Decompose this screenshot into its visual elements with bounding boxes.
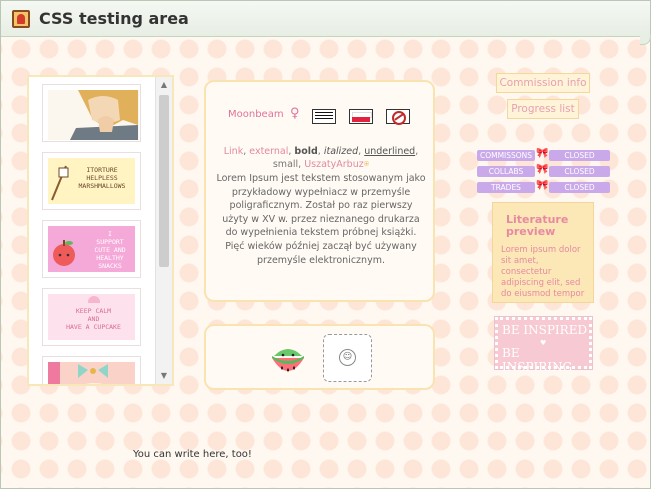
no-symbol-icon xyxy=(386,109,410,125)
sun-icon: ⍟ xyxy=(363,160,370,170)
poland-flag-icon xyxy=(349,109,373,124)
app-window: CSS testing area ITORTURE HELPLESS MARSH… xyxy=(0,0,651,489)
literature-preview-card[interactable]: Literature preview Lorem ipsum dolor sit… xyxy=(492,202,594,303)
footer-note: You can write here, too! xyxy=(133,449,252,460)
scroll-down-arrow-icon[interactable]: ▼ xyxy=(158,370,170,382)
inspiring-line: BE INSPIRING xyxy=(502,346,573,374)
avatar-placeholder[interactable]: ☺ xyxy=(323,334,372,382)
literature-body: Lorem ipsum dolor sit amet, consectetur … xyxy=(501,245,585,299)
italic-sample: italized xyxy=(323,146,359,157)
stamp-keep-calm: KEEP CALM AND HAVE A CUPCAKE xyxy=(42,288,141,346)
inspired-line: BE INSPIRED xyxy=(502,323,588,337)
be-inspired-stamp: BE INSPIRED ♥ BE INSPIRING xyxy=(494,316,593,374)
scroll-thumb[interactable] xyxy=(159,95,169,267)
profile-name[interactable]: Moonbeam xyxy=(228,109,284,120)
stamp-helpless-marshmallows: ITORTURE HELPLESS MARSHMALLOWS xyxy=(42,152,141,210)
bow-icon: 🎀 xyxy=(536,180,549,191)
status-value: CLOSED xyxy=(549,150,610,161)
apple-icon xyxy=(53,240,75,266)
small-sample: small xyxy=(272,159,299,170)
flag-stripes-icon xyxy=(312,109,336,124)
stamp-cupcake-bow xyxy=(42,356,141,384)
bow-icon xyxy=(48,362,108,384)
smiley-icon: ☺ xyxy=(339,349,356,366)
watermelon-icon xyxy=(272,349,304,372)
anime-hands-image xyxy=(48,90,139,140)
bold-sample: bold xyxy=(294,146,318,157)
external-link-sample[interactable]: external xyxy=(249,146,288,157)
status-value: CLOSED xyxy=(549,166,610,177)
title-bar: CSS testing area xyxy=(1,1,651,45)
user-link[interactable]: UszatyArbuz xyxy=(304,159,364,170)
progress-list-button[interactable]: Progress list xyxy=(507,99,579,119)
literature-title: Literature preview xyxy=(506,213,569,238)
bow-icon: 🎀 xyxy=(536,164,549,175)
status-label: TRADES xyxy=(477,182,535,193)
profile-card: Moonbeam ♀ Link, external, bold, italize… xyxy=(204,80,435,302)
format-samples: Link, external, bold, italized, underlin… xyxy=(223,146,419,170)
window-title: CSS testing area xyxy=(39,9,189,28)
bow-icon: 🎀 xyxy=(536,148,549,159)
status-value: CLOSED xyxy=(549,182,610,193)
marshmallow-stamp-text: ITORTURE HELPLESS MARSHMALLOWS xyxy=(78,166,126,190)
scroll-up-arrow-icon[interactable]: ▲ xyxy=(158,79,170,91)
stamp-anime-hands xyxy=(42,84,141,142)
profile-lorem-text: Lorem Ipsum jest tekstem stosowanym jako… xyxy=(216,173,426,266)
commission-info-button[interactable]: Commission info xyxy=(496,73,590,93)
status-label: COLLABS xyxy=(477,166,535,177)
stamp-support-snacks: I SUPPORT CUTE AND HEALTHY SNACKS xyxy=(42,220,141,278)
status-label: COMMISSONS xyxy=(477,150,535,161)
link-sample[interactable]: Link xyxy=(224,146,243,157)
underline-sample: underlined xyxy=(364,146,416,157)
scroll-icon xyxy=(12,10,30,28)
keep-calm-text: KEEP CALM AND HAVE A CUPCAKE xyxy=(66,307,121,331)
cupcake-icon xyxy=(88,296,100,303)
snacks-stamp-text: I SUPPORT CUTE AND HEALTHY SNACKS xyxy=(94,230,126,270)
female-icon: ♀ xyxy=(290,106,300,121)
stamp-scrollbar[interactable]: ▲ ▼ xyxy=(155,77,172,384)
stamp-scroll-panel[interactable]: ITORTURE HELPLESS MARSHMALLOWS I SUPPORT… xyxy=(27,75,174,386)
gallery-card: ☺ xyxy=(204,324,435,390)
